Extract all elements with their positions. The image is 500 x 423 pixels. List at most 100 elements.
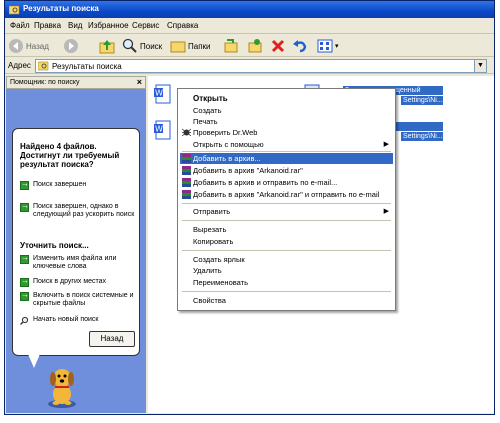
green-arrow-icon xyxy=(20,291,29,301)
copy-to-button[interactable] xyxy=(247,37,265,55)
menu-item-archive-email-label: Добавить в архив и отправить по e-mail..… xyxy=(193,178,338,187)
word-document-icon: W xyxy=(154,84,171,104)
chevron-down-icon: ▾ xyxy=(335,43,339,50)
menu-item-create-shortcut[interactable]: Создать ярлык xyxy=(180,254,393,265)
menu-separator xyxy=(182,291,391,292)
views-button[interactable]: ▾ xyxy=(317,37,339,55)
forward-button[interactable] xyxy=(63,37,81,55)
magnifier-icon xyxy=(20,316,29,325)
menu-separator xyxy=(182,220,391,221)
delete-button[interactable] xyxy=(270,37,288,55)
menu-item-copy[interactable]: Копировать xyxy=(180,236,393,247)
menu-item-send-to[interactable]: Отправить ▶ xyxy=(180,206,393,217)
new-search-label: Начать новый поиск xyxy=(33,316,99,323)
window-title: Результаты поиска xyxy=(23,4,99,13)
menu-file[interactable]: Файл xyxy=(10,21,30,30)
menu-item-send-to-label: Отправить xyxy=(193,207,231,216)
submenu-arrow-icon: ▶ xyxy=(383,141,389,148)
search-other-places-label: Поиск в других местах xyxy=(33,278,107,285)
search-results-icon xyxy=(38,61,49,71)
folders-icon xyxy=(170,41,186,53)
menu-item-delete[interactable]: Удалить xyxy=(180,265,393,276)
menu-item-add-to-rar[interactable]: Добавить в архив "Arkanoid.rar" xyxy=(180,165,393,176)
file-path-line: Settings\Ni... xyxy=(401,96,443,105)
winrar-icon xyxy=(182,154,191,163)
file-path-line: Settings\Ni... xyxy=(401,132,443,141)
menu-item-rar-email-label: Добавить в архив "Arkanoid.rar" и отправ… xyxy=(193,190,380,199)
menu-item-add-to-archive-label: Добавить в архив... xyxy=(193,154,261,163)
search-companion-pane: Помощник: по поиску × Найдено 4 файлов. … xyxy=(6,76,146,413)
menu-item-cut[interactable]: Вырезать xyxy=(180,224,393,235)
search-button[interactable]: Поиск xyxy=(122,37,162,55)
menu-tools[interactable]: Сервис xyxy=(132,21,159,30)
menu-item-properties[interactable]: Свойства xyxy=(180,295,393,306)
drweb-spider-icon xyxy=(182,128,191,137)
menu-separator xyxy=(182,250,391,251)
green-arrow-icon xyxy=(20,277,29,287)
companion-balloon: Найдено 4 файлов. Достигнут ли требуемый… xyxy=(12,128,140,356)
search-label: Поиск xyxy=(140,41,163,51)
menu-bar: Файл Правка Вид Избранное Сервис Справка xyxy=(5,18,494,34)
address-value: Результаты поиска xyxy=(52,62,122,71)
delete-x-icon xyxy=(271,39,285,53)
menu-item-archive-email[interactable]: Добавить в архив и отправить по e-mail..… xyxy=(180,177,393,188)
include-hidden-label: Включить в поиск системные и скрытые фай… xyxy=(33,292,134,307)
winrar-icon xyxy=(182,178,191,187)
search-icon xyxy=(122,38,137,53)
context-menu: Открыть Создать Печать Проверить Dr.Web … xyxy=(177,88,396,311)
up-folder-icon xyxy=(99,40,115,54)
search-done-label: Поиск завершен xyxy=(33,181,87,188)
address-bar: Адрес Результаты поиска ▼ xyxy=(5,58,494,74)
menu-help[interactable]: Справка xyxy=(167,21,198,30)
move-to-icon xyxy=(224,39,238,53)
up-folder-button[interactable] xyxy=(99,37,117,55)
undo-icon xyxy=(293,40,307,53)
submenu-arrow-icon: ▶ xyxy=(383,208,389,215)
menu-item-open-with-label: Открыть с помощью xyxy=(193,140,264,149)
search-dog-icon[interactable] xyxy=(42,364,82,410)
back-label: Назад xyxy=(26,41,49,51)
svg-text:W: W xyxy=(155,125,163,134)
green-arrow-icon xyxy=(20,202,29,212)
address-dropdown-icon[interactable]: ▼ xyxy=(474,60,486,72)
menu-item-open[interactable]: Открыть xyxy=(180,93,393,104)
winrar-icon xyxy=(182,190,191,199)
results-question: Найдено 4 файлов. Достигнут ли требуемый… xyxy=(20,142,120,169)
back-arrow-icon xyxy=(9,39,23,53)
menu-item-new[interactable]: Создать xyxy=(180,105,393,116)
menu-separator xyxy=(182,203,391,204)
change-filename-label: Изменить имя файла или ключевые слова xyxy=(33,255,117,270)
companion-header-title: Помощник: по поиску xyxy=(10,79,80,86)
companion-back-button[interactable]: Назад xyxy=(89,331,135,347)
menu-view[interactable]: Вид xyxy=(68,21,82,30)
title-bar[interactable]: Результаты поиска xyxy=(5,1,494,18)
balloon-tail xyxy=(28,354,40,368)
search-done-faster-label: Поиск завершен, однако в следующий раз у… xyxy=(33,203,135,218)
move-to-button[interactable] xyxy=(223,37,241,55)
menu-edit[interactable]: Правка xyxy=(34,21,61,30)
menu-item-add-to-rar-label: Добавить в архив "Arkanoid.rar" xyxy=(193,166,303,175)
copy-to-icon xyxy=(248,39,262,53)
undo-button[interactable] xyxy=(292,37,310,55)
search-folder-icon xyxy=(9,5,20,15)
menu-item-add-to-archive[interactable]: Добавить в архив... xyxy=(180,153,393,164)
views-grid-icon xyxy=(317,39,333,53)
menu-item-drweb[interactable]: Проверить Dr.Web xyxy=(180,127,393,138)
winrar-icon xyxy=(182,166,191,175)
forward-arrow-icon xyxy=(64,39,78,53)
menu-item-rename[interactable]: Переименовать xyxy=(180,277,393,288)
menu-item-print[interactable]: Печать xyxy=(180,116,393,127)
folders-label: Папки xyxy=(188,41,211,51)
menu-item-rar-email[interactable]: Добавить в архив "Arkanoid.rar" и отправ… xyxy=(180,189,393,200)
menu-item-open-with[interactable]: Открыть с помощью ▶ xyxy=(180,139,393,150)
close-icon[interactable]: × xyxy=(137,77,142,87)
refine-heading: Уточнить поиск... xyxy=(20,241,89,250)
green-arrow-icon xyxy=(20,180,29,190)
folders-button[interactable]: Папки xyxy=(170,37,211,55)
menu-favorites[interactable]: Избранное xyxy=(88,21,129,30)
back-button[interactable]: Назад xyxy=(8,37,49,55)
address-field[interactable]: Результаты поиска ▼ xyxy=(35,59,487,73)
menu-separator xyxy=(182,151,391,152)
address-label: Адрес xyxy=(8,61,31,70)
companion-header: Помощник: по поиску × xyxy=(6,76,146,89)
